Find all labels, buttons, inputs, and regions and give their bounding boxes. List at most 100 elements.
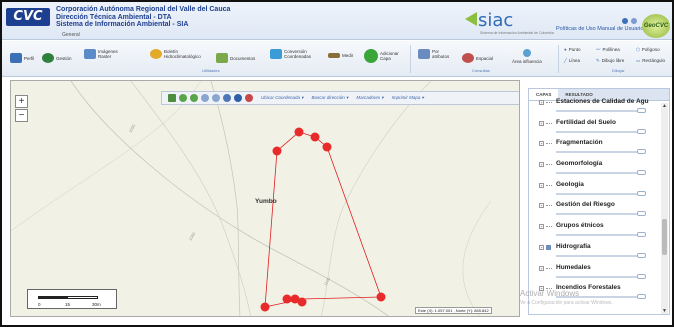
opacity-slider[interactable] (556, 275, 644, 278)
expand-toggle-icon[interactable]: + (539, 244, 544, 250)
opacity-slider-handle[interactable] (637, 190, 646, 196)
ubicar-coordenada-dropdown[interactable]: Ubicar Coordenada ▾ (261, 95, 304, 101)
convert-icon (270, 49, 282, 59)
boletin-button[interactable]: Boletín Hidroclimatológico (150, 49, 201, 59)
map-icon[interactable] (168, 94, 176, 102)
settings-icon[interactable] (631, 18, 637, 24)
expand-toggle-icon[interactable]: + (539, 141, 544, 147)
expand-toggle-icon[interactable]: + (539, 100, 544, 105)
group-utilidades: Utilidades (202, 68, 220, 73)
polygon-outline (264, 131, 382, 308)
draw-linea-button[interactable]: ╱ Línea (564, 58, 580, 63)
layer-name: Gestión del Riesgo (556, 201, 615, 209)
tab-general[interactable]: General (62, 32, 80, 38)
area-influencia-button[interactable]: Área influencia (512, 49, 542, 64)
espacial-button[interactable]: Espacial (462, 53, 493, 63)
layer-item[interactable]: + Estaciones de Calidad de Agu (529, 95, 659, 116)
expand-toggle-icon[interactable]: + (539, 265, 544, 271)
layer-item[interactable]: + Fertilidad del Suelo (529, 116, 659, 137)
opacity-slider[interactable] (556, 172, 644, 175)
imagenes-raster-button[interactable]: Imágenes Raster (84, 49, 118, 59)
expand-toggle-icon[interactable]: + (539, 182, 544, 188)
opacity-slider-handle[interactable] (637, 294, 646, 300)
medir-button[interactable]: Medir (328, 53, 353, 58)
expand-toggle-icon[interactable]: + (539, 120, 544, 126)
user-icon (10, 53, 22, 63)
opacity-slider-handle[interactable] (637, 252, 646, 258)
opacity-slider-handle[interactable] (637, 128, 646, 134)
adicionar-label: Adicionar Capa (380, 51, 399, 61)
opacity-slider-handle[interactable] (637, 149, 646, 155)
road-line (70, 81, 389, 316)
buffer-icon (522, 49, 531, 57)
opacity-slider-handle[interactable] (637, 211, 646, 217)
spatial-icon (462, 53, 474, 63)
opacity-slider-handle[interactable] (637, 273, 646, 279)
vertex-point (282, 294, 292, 304)
layer-item[interactable]: + Hidrografía (529, 240, 659, 261)
perfil-label: Perfil (24, 55, 35, 61)
scroll-down-arrow[interactable]: ▼ (661, 308, 668, 314)
opacity-slider[interactable] (556, 151, 644, 154)
punto-label: Punto (568, 47, 581, 52)
adicionar-capa-button[interactable]: Adicionar Capa (364, 49, 399, 63)
contour-line (210, 81, 241, 316)
opacity-slider[interactable] (556, 234, 644, 237)
back-icon[interactable] (179, 94, 187, 102)
opacity-slider[interactable] (556, 213, 644, 216)
draw-poligono-button[interactable]: ⬠ Polígono (636, 47, 660, 52)
map-view[interactable]: 1050 1060 1100 + − Ubicar Coordenada ▾ B… (10, 80, 520, 317)
layer-item[interactable]: + Humedales (529, 261, 659, 282)
documentos-button[interactable]: Documentos (216, 53, 255, 63)
gestion-label: Gestión (56, 55, 72, 61)
opacity-slider[interactable] (556, 254, 644, 257)
pan-icon[interactable] (223, 94, 231, 102)
layer-item[interactable]: + Gestión del Riesgo (529, 198, 659, 219)
opacity-slider[interactable] (556, 130, 644, 133)
scroll-up-arrow[interactable]: ▲ (661, 103, 668, 109)
tree-connector (546, 226, 552, 228)
imprimir-mapa-dropdown[interactable]: Imprimir Mapa ▾ (392, 95, 424, 101)
layer-name: Grupos étnicos (556, 222, 604, 230)
zoom-in-icon[interactable] (201, 94, 209, 102)
group-consultas: Consultas (472, 68, 490, 73)
perfil-button[interactable]: Perfil (10, 53, 34, 63)
draw-punto-button[interactable]: ● Punto (564, 47, 580, 52)
gestion-button[interactable]: Gestión (42, 53, 72, 63)
contour-line (130, 81, 251, 316)
buscar-direccion-dropdown[interactable]: Buscar dirección ▾ (312, 95, 349, 101)
expand-toggle-icon[interactable]: + (539, 203, 544, 209)
help-icon[interactable] (622, 18, 628, 24)
zoom-in-button[interactable]: + (15, 95, 28, 108)
layer-item[interactable]: + Fragmentación (529, 136, 659, 157)
draw-libre-button[interactable]: ✎ Dibujo libre (596, 58, 624, 63)
marcadores-dropdown[interactable]: Marcadores ▾ (356, 95, 383, 101)
opacity-slider-handle[interactable] (637, 108, 646, 113)
opacity-slider[interactable] (556, 110, 644, 112)
freehand-icon: ✎ (596, 58, 600, 63)
forward-icon[interactable] (190, 94, 198, 102)
erase-icon[interactable] (245, 94, 253, 102)
layer-checkbox[interactable] (546, 244, 551, 250)
scroll-thumb[interactable] (662, 219, 667, 255)
expand-toggle-icon[interactable]: + (539, 162, 544, 168)
por-atributos-button[interactable]: Por atributos (418, 49, 449, 59)
point-icon: ● (564, 47, 567, 52)
layer-item[interactable]: + Geomorfología (529, 157, 659, 178)
draw-rectangulo-button[interactable]: ▭ Rectángulo (636, 58, 665, 63)
polyline-icon: 〰 (596, 47, 601, 52)
layer-item[interactable]: + Grupos étnicos (529, 219, 659, 240)
zoom-out-icon[interactable] (212, 94, 220, 102)
header-links[interactable]: Políticas de Uso Manual de Usuario (556, 26, 643, 32)
conversion-button[interactable]: Conversión Coordenadas (270, 49, 311, 59)
expand-toggle-icon[interactable]: + (539, 224, 544, 230)
opacity-slider-handle[interactable] (637, 170, 646, 176)
draw-polilinea-button[interactable]: 〰 Polilínea (596, 47, 620, 52)
opacity-slider-handle[interactable] (637, 232, 646, 238)
info-icon[interactable] (234, 94, 242, 102)
zoom-out-button[interactable]: − (15, 109, 28, 122)
opacity-slider[interactable] (556, 192, 644, 195)
layer-scrollbar[interactable]: ▲ ▼ (661, 103, 668, 314)
layer-item[interactable]: + Geología (529, 178, 659, 199)
vertex-point (260, 302, 270, 312)
